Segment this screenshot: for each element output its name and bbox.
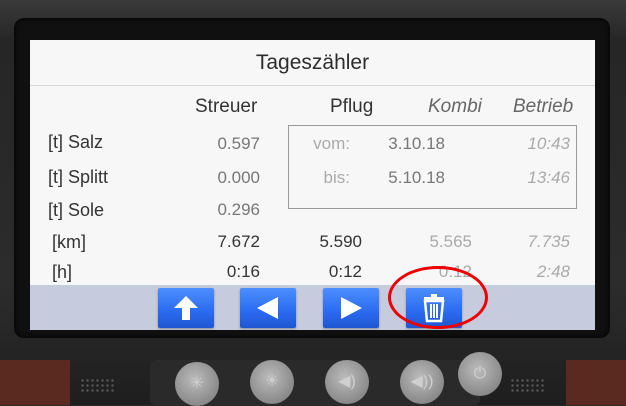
from-time: 10:43 xyxy=(527,134,570,153)
from-date: 3.10.18 xyxy=(388,134,445,153)
to-date: 5.10.18 xyxy=(388,168,445,187)
row-label-splitt: [t] Splitt xyxy=(48,167,109,187)
to-time: 13:46 xyxy=(527,168,570,187)
kombi-km-value: 5.565 xyxy=(429,232,472,251)
page-title: Tageszähler xyxy=(30,40,595,86)
bottom-toolbar xyxy=(30,285,595,330)
streuer-h-value: 0:16 xyxy=(226,262,260,281)
power-icon: ⏻ xyxy=(473,365,487,382)
device-body: Tageszähler Streuer Pflug Kombi Betrieb … xyxy=(0,0,626,406)
volume-down-icon: ◀) xyxy=(338,373,356,390)
next-button[interactable] xyxy=(323,288,379,328)
from-label: vom: xyxy=(313,134,350,153)
display-screen: Tageszähler Streuer Pflug Kombi Betrieb … xyxy=(30,40,595,330)
volume-up-icon: ◀)) xyxy=(410,373,434,390)
column-header-streuer: Streuer xyxy=(195,96,258,117)
previous-button[interactable] xyxy=(240,288,296,328)
column-header-pflug: Pflug xyxy=(330,96,374,117)
power-button[interactable]: ⏻ xyxy=(458,352,502,396)
streuer-sole-value: 0.296 xyxy=(217,200,260,219)
up-arrow-icon xyxy=(174,296,198,320)
hardware-button-brightness[interactable]: ☀ xyxy=(250,360,294,404)
right-arrow-icon xyxy=(341,297,362,319)
hardware-button-volume-up[interactable]: ◀)) xyxy=(400,360,444,404)
betrieb-h-value: 2:48 xyxy=(536,262,570,281)
pflug-h-value: 0:12 xyxy=(328,262,362,281)
hardware-button-volume-down[interactable]: ◀) xyxy=(325,360,369,404)
brightness-icon: ☀ xyxy=(264,373,280,390)
row-label-salz: [t] Salz xyxy=(48,132,104,152)
speaker-grill-right xyxy=(510,378,544,392)
highlight-circle xyxy=(388,266,488,329)
streuer-salz-value: 0.597 xyxy=(217,134,260,153)
background-left xyxy=(0,360,70,405)
streuer-splitt-value: 0.000 xyxy=(217,168,260,187)
asterisk-icon: ✳ xyxy=(190,375,204,392)
column-header-betrieb: Betrieb xyxy=(513,96,574,117)
pflug-km-value: 5.590 xyxy=(319,232,362,251)
to-label: bis: xyxy=(323,168,350,187)
up-button[interactable] xyxy=(158,288,214,328)
hardware-button-1[interactable]: ✳ xyxy=(175,362,219,406)
row-label-km: [km] xyxy=(52,232,86,252)
column-header-kombi: Kombi xyxy=(428,96,482,117)
betrieb-km-value: 7.735 xyxy=(527,232,570,251)
row-label-sole: [t] Sole xyxy=(48,200,105,220)
left-arrow-icon xyxy=(257,297,278,319)
background-right xyxy=(566,360,626,405)
speaker-grill-left xyxy=(80,378,114,392)
streuer-km-value: 7.672 xyxy=(217,232,260,251)
row-label-h: [h] xyxy=(52,262,73,282)
